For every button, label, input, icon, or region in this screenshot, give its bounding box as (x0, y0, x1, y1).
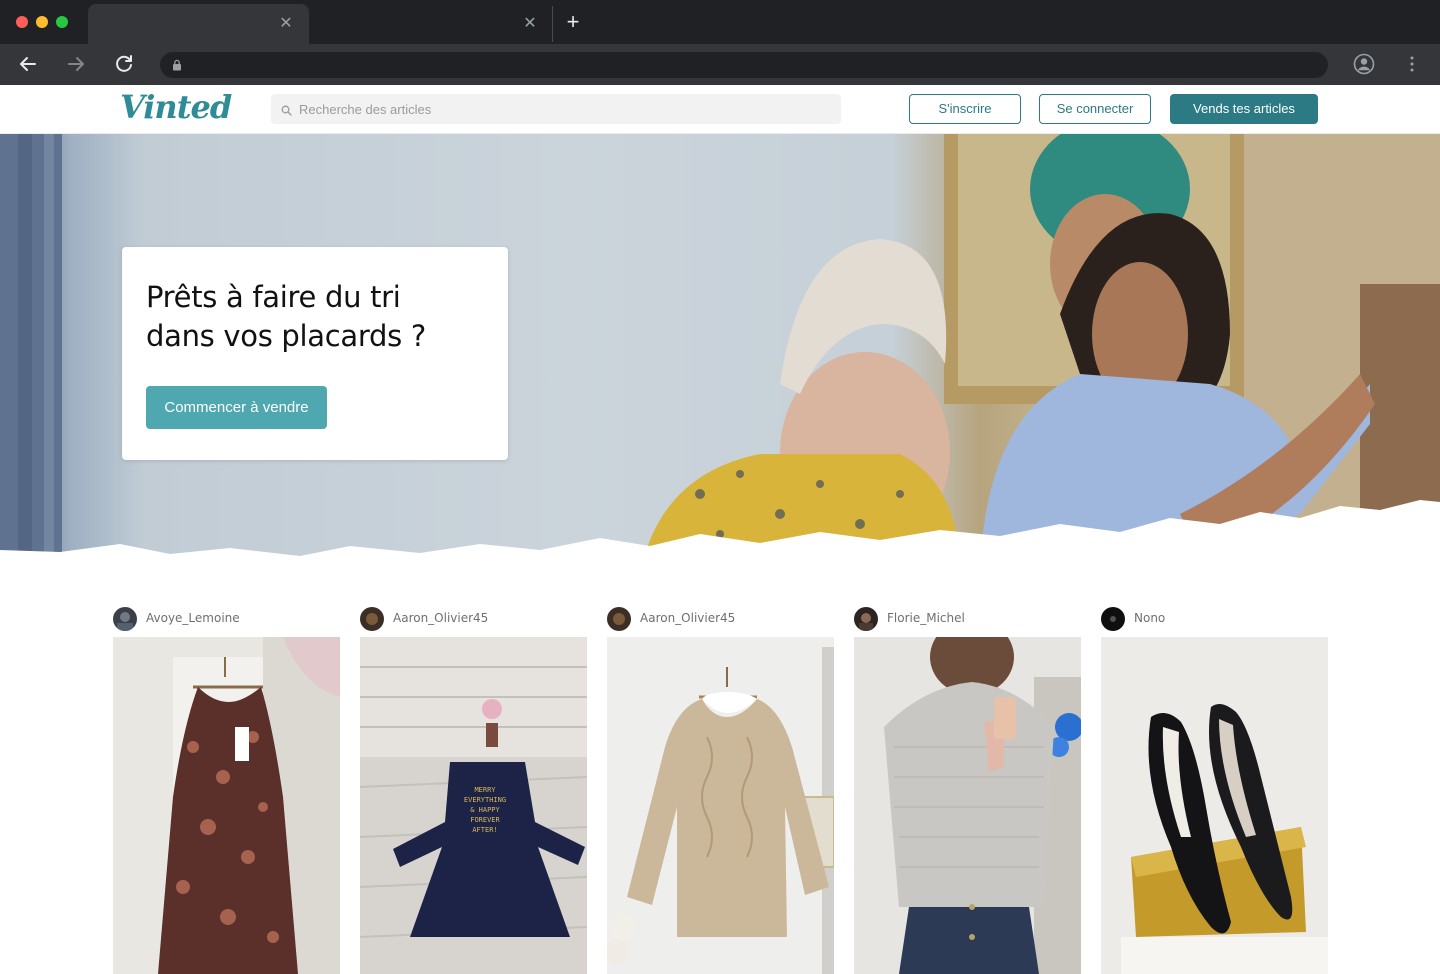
new-tab-button[interactable]: + (563, 11, 583, 33)
seller-row[interactable]: Nono (1101, 604, 1328, 632)
start-selling-button[interactable]: Commencer à vendre (146, 386, 327, 429)
back-arrow-icon[interactable] (16, 52, 40, 76)
svg-text:& HAPPY: & HAPPY (470, 806, 500, 814)
product-photo[interactable]: MERRY EVERYTHING & HAPPY FOREVER AFTER! (360, 637, 587, 974)
close-window-button[interactable] (16, 16, 28, 28)
maximize-window-button[interactable] (56, 16, 68, 28)
search-input[interactable] (299, 94, 829, 124)
avatar[interactable] (607, 607, 631, 631)
product-card[interactable]: Aaron_Olivier45 MERRY EVERYTHING & HAPPY… (360, 604, 587, 974)
vinted-logo[interactable]: Vinted (120, 87, 232, 127)
hero-title-line1: Prêts à faire du tri (146, 280, 401, 314)
hero-title: Prêts à faire du tri dans vos placards ? (146, 278, 486, 356)
tab-divider (552, 6, 553, 42)
login-button[interactable]: Se connecter (1039, 94, 1151, 124)
address-bar[interactable] (160, 52, 1328, 78)
seller-username[interactable]: Avoye_Lemoine (146, 610, 240, 626)
browser-toolbar (0, 44, 1440, 85)
hero-banner: Prêts à faire du tri dans vos placards ?… (0, 134, 1440, 574)
seller-username[interactable]: Florie_Michel (887, 610, 965, 626)
profile-icon[interactable] (1352, 52, 1376, 76)
product-photo[interactable] (607, 637, 834, 974)
search-bar[interactable] (271, 94, 841, 124)
close-icon[interactable]: ✕ (277, 15, 295, 33)
browser-tab[interactable]: ✕ (309, 4, 553, 44)
minimize-window-button[interactable] (36, 16, 48, 28)
product-photo[interactable] (1101, 637, 1328, 974)
signup-button[interactable]: S'inscrire (909, 94, 1021, 124)
browser-chrome: ✕ ✕ + (0, 0, 1440, 85)
svg-text:EVERYTHING: EVERYTHING (464, 796, 506, 804)
site-header: Vinted S'inscrire Se connecter Vends tes… (0, 85, 1440, 134)
close-icon[interactable]: ✕ (521, 15, 539, 33)
product-card[interactable]: Florie_Michel (854, 604, 1081, 974)
product-photo[interactable] (854, 637, 1081, 974)
product-photo[interactable] (113, 637, 340, 974)
search-icon (281, 103, 292, 116)
forward-arrow-icon[interactable] (64, 52, 88, 76)
seller-username[interactable]: Aaron_Olivier45 (640, 610, 735, 626)
avatar[interactable] (113, 607, 137, 631)
hero-title-line2: dans vos placards ? (146, 319, 426, 353)
browser-tab-active[interactable]: ✕ (88, 4, 309, 44)
svg-text:MERRY: MERRY (474, 786, 496, 794)
lock-icon (172, 58, 182, 71)
seller-row[interactable]: Aaron_Olivier45 (607, 604, 834, 632)
product-card[interactable]: Aaron_Olivier45 (607, 604, 834, 974)
product-grid: Avoye_Lemoine Aaron_Olivier45 MERRY EVER… (113, 604, 1328, 974)
reload-icon[interactable] (112, 52, 136, 76)
seller-row[interactable]: Florie_Michel (854, 604, 1081, 632)
seller-username[interactable]: Aaron_Olivier45 (393, 610, 488, 626)
tab-strip: ✕ ✕ + (0, 0, 1440, 44)
avatar[interactable] (854, 607, 878, 631)
avatar[interactable] (1101, 607, 1125, 631)
kebab-menu-icon[interactable] (1400, 52, 1424, 76)
product-card[interactable]: Nono (1101, 604, 1328, 974)
seller-row[interactable]: Aaron_Olivier45 (360, 604, 587, 632)
hero-card: Prêts à faire du tri dans vos placards ?… (122, 247, 508, 460)
sell-items-button[interactable]: Vends tes articles (1170, 94, 1318, 124)
product-card[interactable]: Avoye_Lemoine (113, 604, 340, 974)
svg-text:FOREVER: FOREVER (470, 816, 500, 824)
avatar[interactable] (360, 607, 384, 631)
seller-username[interactable]: Nono (1134, 610, 1165, 626)
svg-text:AFTER!: AFTER! (472, 826, 497, 834)
seller-row[interactable]: Avoye_Lemoine (113, 604, 340, 632)
